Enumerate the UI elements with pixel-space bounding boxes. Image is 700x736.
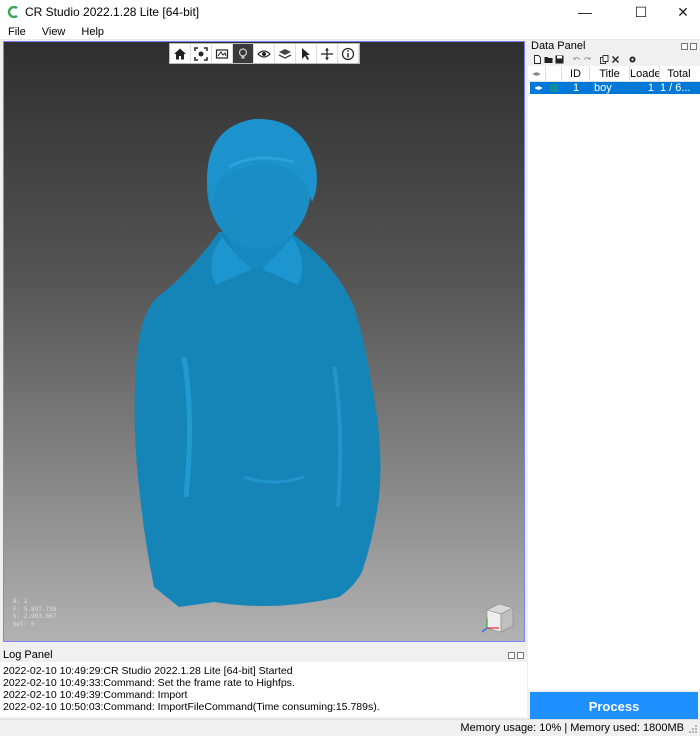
move-axis-icon xyxy=(321,47,333,60)
fit-view-icon xyxy=(194,46,208,61)
panel-close-icon[interactable] xyxy=(690,42,697,50)
orientation-cube-icon[interactable] xyxy=(479,598,517,636)
app-logo-icon xyxy=(7,6,18,18)
log-panel: Log Panel 2022-02-10 10:49:29:CR Studio … xyxy=(0,648,527,717)
row-title: boy xyxy=(594,82,612,94)
row-visibility-toggle[interactable] xyxy=(530,82,546,94)
save-button[interactable] xyxy=(554,53,565,65)
process-button[interactable]: Process xyxy=(530,692,698,721)
redo-button[interactable] xyxy=(582,53,593,65)
move-button[interactable] xyxy=(317,44,338,63)
row-color-swatch xyxy=(546,82,562,94)
close-button[interactable]: ✕ xyxy=(660,0,700,24)
log-line: 2022-02-10 10:49:39:Command: Import xyxy=(3,689,188,701)
eye-icon xyxy=(532,72,541,76)
maximize-button[interactable]: ☐ xyxy=(618,0,664,24)
redo-icon xyxy=(583,56,591,60)
status-bar: Memory usage: 10% | Memory used: 1800MB xyxy=(0,719,700,736)
undock-icon[interactable] xyxy=(508,651,515,659)
memory-status: Memory usage: 10% | Memory used: 1800MB xyxy=(460,722,684,734)
column-total[interactable]: Total xyxy=(660,66,698,82)
frame-icon xyxy=(215,48,229,59)
log-panel-header: Log Panel xyxy=(0,648,527,662)
log-line: 2022-02-10 10:49:33:Command: Set the fra… xyxy=(3,677,295,689)
copy-icon xyxy=(600,54,609,64)
data-panel: Data Panel ID Title Loade Total 1 boy 1 … xyxy=(528,40,700,721)
minimize-button[interactable]: — xyxy=(562,0,608,24)
column-visibility[interactable] xyxy=(528,66,546,82)
resize-grip-icon[interactable] xyxy=(688,724,698,734)
data-panel-title: Data Panel xyxy=(531,40,586,52)
log-line: 2022-02-10 10:50:03:Command: ImportFileC… xyxy=(3,701,380,713)
stat-line: F: 5.897.738 xyxy=(13,605,57,613)
row-loaded: 1 xyxy=(647,82,654,94)
menu-help[interactable]: Help xyxy=(73,24,112,40)
row-total: 1 / 6... xyxy=(660,82,691,94)
column-title[interactable]: Title xyxy=(590,66,630,82)
data-panel-toolbar xyxy=(528,52,700,66)
data-panel-header: Data Panel xyxy=(528,40,700,52)
table-row[interactable]: 1 boy 1 1 / 6... xyxy=(530,82,700,94)
info-icon xyxy=(341,47,355,60)
eye-icon xyxy=(257,49,271,58)
info-button[interactable] xyxy=(338,44,359,63)
delete-button[interactable] xyxy=(610,53,621,65)
select-button[interactable] xyxy=(296,44,317,63)
frame-button[interactable] xyxy=(212,44,233,63)
data-table-header: ID Title Loade Total xyxy=(528,66,700,82)
save-icon xyxy=(555,55,564,63)
column-id[interactable]: ID xyxy=(562,66,590,82)
home-icon xyxy=(174,48,186,59)
copy-button[interactable] xyxy=(599,53,610,65)
undo-icon xyxy=(573,56,581,60)
new-file-icon xyxy=(534,54,541,64)
log-lines: 2022-02-10 10:49:29:CR Studio 2022.1.28 … xyxy=(0,662,527,713)
3d-model-boy[interactable] xyxy=(124,97,394,607)
delete-icon xyxy=(612,55,619,63)
new-button[interactable] xyxy=(532,53,543,65)
layers-icon xyxy=(278,48,292,59)
viewport-toolbar xyxy=(169,43,360,64)
home-view-button[interactable] xyxy=(170,44,191,63)
column-loaded[interactable]: Loade xyxy=(630,66,660,82)
stat-line: B: 1 xyxy=(13,598,28,605)
settings-button[interactable] xyxy=(627,53,638,65)
log-panel-title: Log Panel xyxy=(3,649,53,661)
menu-view[interactable]: View xyxy=(34,24,74,40)
settings-icon xyxy=(629,56,636,62)
light-bulb-icon xyxy=(238,47,248,58)
fit-view-button[interactable] xyxy=(191,44,212,63)
open-button[interactable] xyxy=(543,53,554,65)
layers-button[interactable] xyxy=(275,44,296,63)
open-folder-icon xyxy=(544,56,553,63)
eye-icon xyxy=(534,86,542,90)
menu-file[interactable]: File xyxy=(0,24,34,40)
3d-viewport[interactable]: B: 1 F: 5.897.738 V: 2.903.867 Sel: 0 xyxy=(3,41,525,642)
visibility-button[interactable] xyxy=(254,44,275,63)
stat-line: Sel: 0 xyxy=(13,620,35,628)
row-id: 1 xyxy=(572,82,580,94)
light-button[interactable] xyxy=(233,44,254,63)
undock-icon[interactable] xyxy=(681,42,688,50)
cursor-icon xyxy=(302,47,310,60)
window-title: CR Studio 2022.1.28 Lite [64-bit] xyxy=(25,5,200,19)
stat-line: V: 2.903.867 xyxy=(13,613,57,620)
title-bar: CR Studio 2022.1.28 Lite [64-bit] — ☐ ✕ xyxy=(0,0,700,24)
viewport-stats: B: 1 F: 5.897.738 V: 2.903.867 Sel: 0 xyxy=(13,598,56,628)
menu-bar: File View Help xyxy=(0,24,700,40)
undo-button[interactable] xyxy=(571,53,582,65)
log-line: 2022-02-10 10:49:29:CR Studio 2022.1.28 … xyxy=(3,665,293,677)
panel-close-icon[interactable] xyxy=(517,651,524,659)
column-color[interactable] xyxy=(546,66,562,82)
